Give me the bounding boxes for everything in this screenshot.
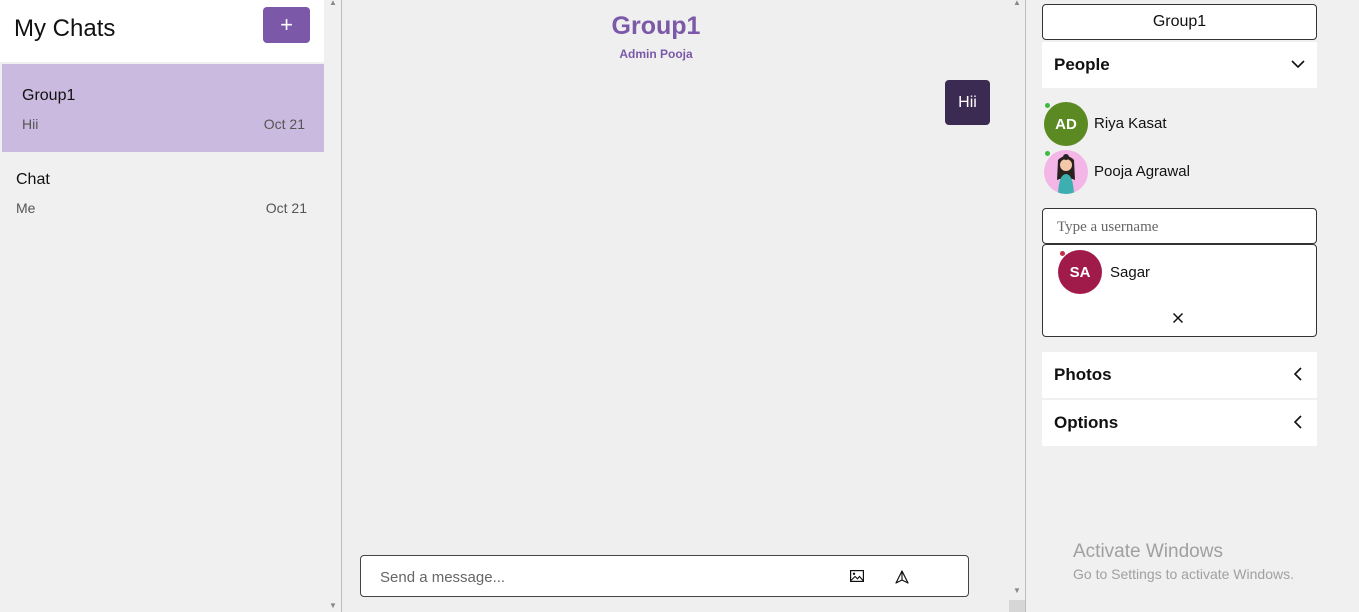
user-search [1042,208,1317,244]
member-pooja-agrawal[interactable]: Pooja Agrawal [1042,150,1317,196]
people-accordion-label: People [1054,55,1110,74]
image-icon[interactable] [850,570,864,582]
chat-list-header: My Chats + [0,0,324,62]
activate-windows-subtitle: Go to Settings to activate Windows. [1073,566,1294,582]
status-dot [1060,251,1065,256]
photos-accordion[interactable]: Photos [1042,352,1317,398]
chat-last-message: Me [16,200,36,216]
conversation-title: Group1 [611,12,701,40]
new-chat-button[interactable]: + [263,7,310,43]
conversation-scrollbar[interactable]: ▲ ▼ [1009,0,1025,612]
group-name-field[interactable]: Group1 [1042,4,1317,40]
message-bubble-outgoing: Hii [945,80,990,125]
search-results: SA Sagar [1042,244,1317,337]
photos-accordion-label: Photos [1054,365,1112,384]
member-riya-kasat[interactable]: AD Riya Kasat [1042,102,1317,148]
member-name: Riya Kasat [1094,115,1167,132]
chat-date: Oct 21 [265,200,307,216]
member-name: Pooja Agrawal [1094,163,1190,180]
close-icon[interactable] [1172,312,1184,324]
conversation-subtitle: Admin Pooja [619,47,693,61]
conversation-panel: Group1 Admin Pooja Hii [342,0,1025,612]
chevron-left-icon[interactable] [1291,367,1305,381]
chat-list-scrollbar[interactable]: ▲ ▼ [324,0,341,612]
group-details-panel: Group1 People AD Riya Kasat Pooja Agrawa… [1026,0,1359,612]
online-status-dot [1045,103,1050,108]
options-accordion[interactable]: Options [1042,400,1317,446]
options-accordion-label: Options [1054,413,1119,432]
chat-list-item-chat[interactable]: Chat Me Oct 21 [2,148,324,236]
message-input[interactable] [378,564,822,590]
chevron-down-icon[interactable] [1291,57,1305,71]
chat-date: Oct 21 [263,116,305,132]
scroll-up-icon[interactable]: ▲ [329,0,337,7]
result-name: Sagar [1110,264,1151,281]
chevron-left-icon[interactable] [1291,415,1305,429]
avatar: SA [1058,250,1102,294]
avatar [1044,150,1088,194]
activate-windows-title: Activate Windows [1073,541,1223,562]
chat-list-title: My Chats [14,15,116,42]
chat-name: Chat [16,171,50,188]
send-icon[interactable] [895,570,909,584]
search-result-sagar[interactable]: SA Sagar [1058,250,1258,296]
avatar: AD [1044,102,1088,146]
message-composer [360,555,969,597]
people-accordion[interactable]: People [1042,42,1317,88]
online-status-dot [1045,151,1050,156]
scroll-down-icon[interactable]: ▼ [1013,586,1021,595]
chat-last-message: Hii [22,116,39,132]
username-search-input[interactable] [1055,216,1309,238]
scroll-down-icon[interactable]: ▼ [329,601,337,610]
chat-list-panel: My Chats + Group1 Hii Oct 21 Chat Me Oct… [0,0,324,612]
chat-list-item-group1[interactable]: Group1 Hii Oct 21 [2,64,324,152]
scroll-up-icon[interactable]: ▲ [1013,0,1021,7]
scrollbar-thumb[interactable] [1009,600,1025,612]
chat-name: Group1 [22,87,76,104]
